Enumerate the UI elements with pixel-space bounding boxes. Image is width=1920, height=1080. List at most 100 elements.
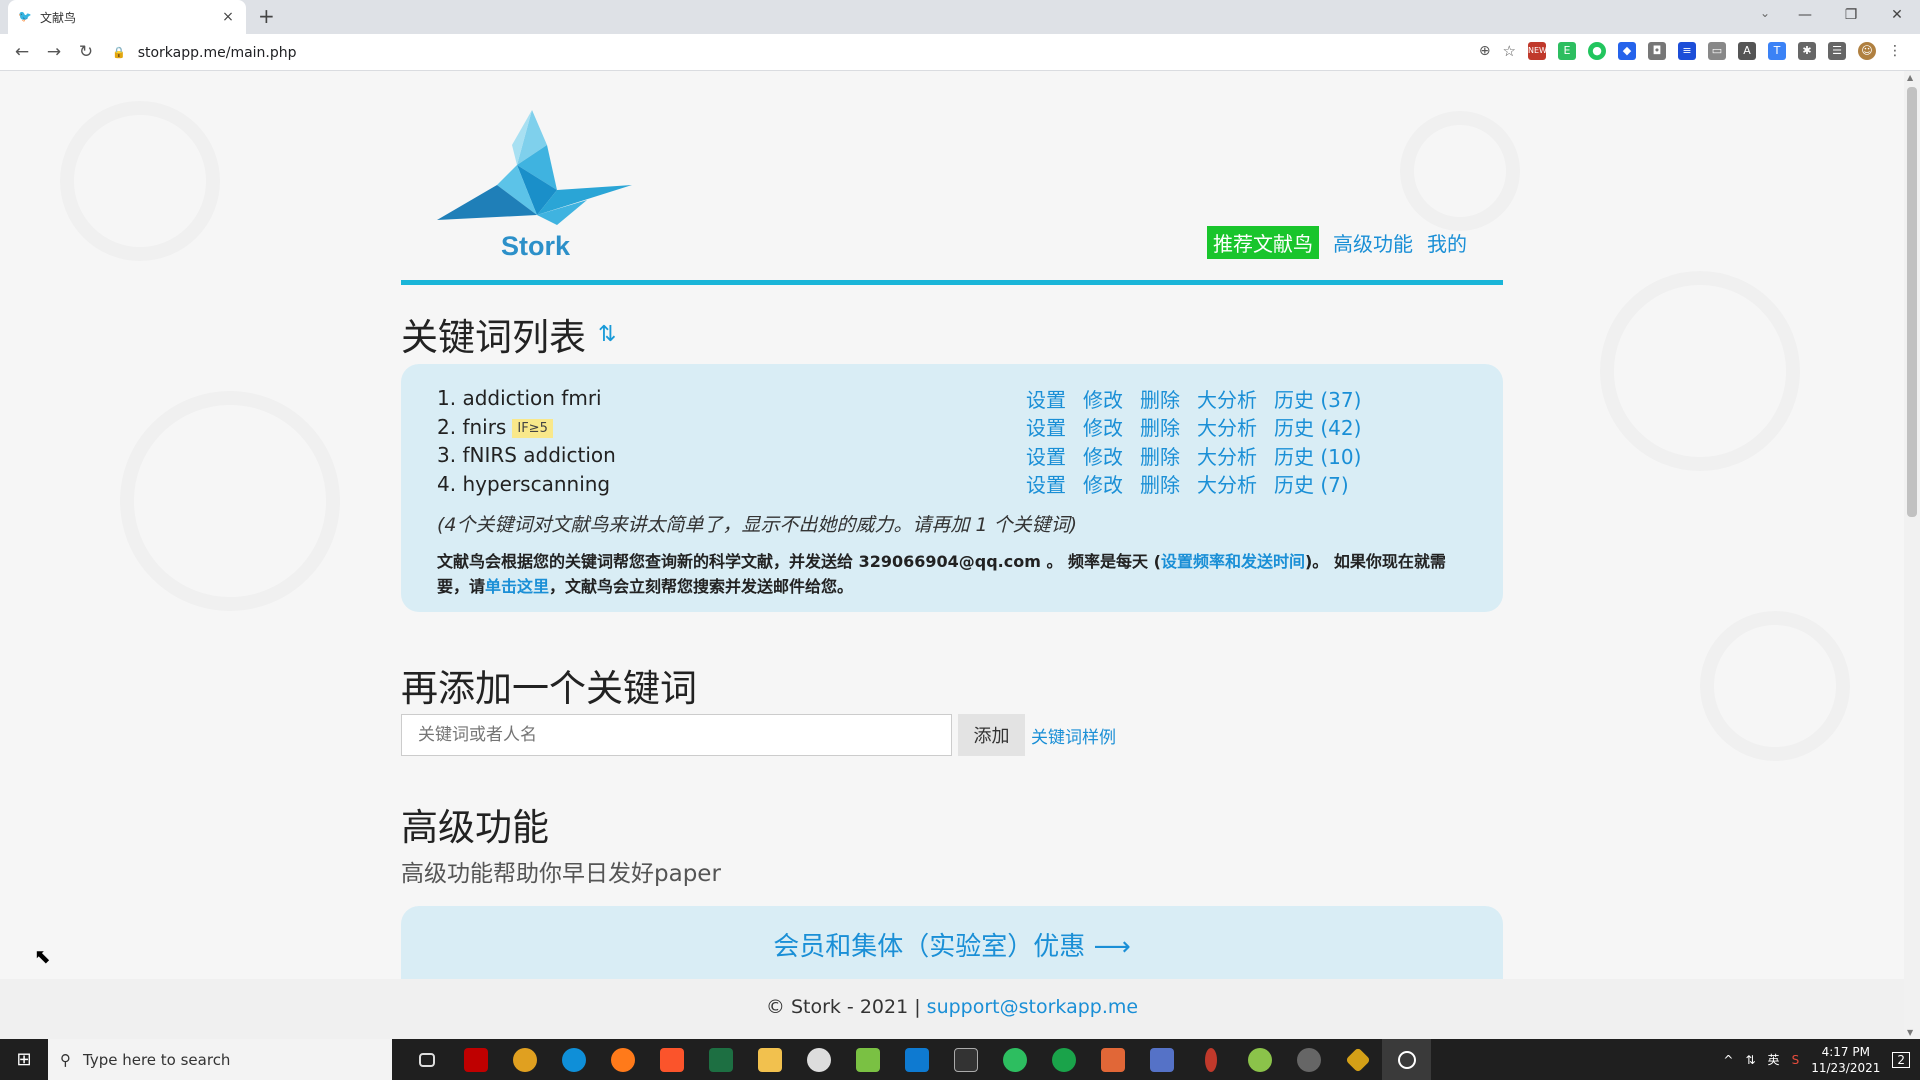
keyword-input[interactable] <box>401 714 952 756</box>
keyword-list-box: 1. addiction fmri 设置 修改 删除 大分析 历史 (37) 2… <box>401 364 1503 612</box>
lock-icon[interactable]: 🔒 <box>112 46 126 59</box>
support-email-link[interactable]: support@storkapp.me <box>927 996 1138 1018</box>
evernote-icon[interactable] <box>990 1039 1039 1080</box>
cortana-icon[interactable] <box>1382 1039 1431 1080</box>
extension-translate-icon[interactable]: T <box>1768 42 1786 60</box>
sort-icon[interactable]: ⇅ <box>598 322 616 347</box>
app-lime-icon[interactable] <box>1235 1039 1284 1080</box>
keyword-history-link[interactable]: 历史 (42) <box>1274 412 1361 441</box>
keyword-analysis-link[interactable]: 大分析 <box>1197 469 1257 498</box>
membership-offer-link[interactable]: 会员和集体（实验室）优惠 ⟶ <box>773 932 1131 962</box>
keyword-edit-link[interactable]: 修改 <box>1083 469 1123 498</box>
chrome-icon[interactable] <box>500 1039 549 1080</box>
network-icon[interactable]: ⇅ <box>1745 1053 1755 1067</box>
zoom-icon[interactable]: ⊕ <box>1479 43 1491 59</box>
git-icon[interactable] <box>1333 1039 1382 1080</box>
matlab-icon[interactable] <box>1088 1039 1137 1080</box>
keyword-history-link[interactable]: 历史 (37) <box>1274 384 1361 413</box>
firefox-icon[interactable] <box>598 1039 647 1080</box>
tab-search-chevron-icon[interactable]: ⌄ <box>1760 6 1770 20</box>
taskbar-clock[interactable]: 4:17 PM 11/23/2021 <box>1811 1044 1880 1076</box>
windows-start-icon[interactable]: ⊞ <box>0 1039 48 1080</box>
page-scrollbar[interactable]: ▲ ▼ <box>1904 71 1920 1039</box>
notepad-icon[interactable] <box>843 1039 892 1080</box>
forward-icon[interactable]: → <box>38 42 70 62</box>
keyword-edit-link[interactable]: 修改 <box>1083 412 1123 441</box>
nav-mine-link[interactable]: 我的 <box>1427 228 1467 257</box>
extension-new-icon[interactable]: NEW <box>1528 42 1547 60</box>
keyword-history-link[interactable]: 历史 (7) <box>1274 469 1349 498</box>
reload-icon[interactable]: ↻ <box>70 42 102 62</box>
bookmark-star-icon[interactable]: ☆ <box>1503 42 1516 60</box>
extension-text-icon[interactable]: A <box>1738 42 1756 60</box>
keyword-analysis-link[interactable]: 大分析 <box>1197 384 1257 413</box>
task-view-icon[interactable] <box>402 1039 451 1080</box>
edge-icon[interactable] <box>549 1039 598 1080</box>
extension-evernote-icon[interactable]: E <box>1558 42 1576 60</box>
keyword-examples-link[interactable]: 关键词样例 <box>1031 723 1116 748</box>
notification-center-icon[interactable]: 2 <box>1892 1051 1910 1068</box>
browser-tab-active[interactable]: 🐦 文献鸟 × <box>8 0 246 34</box>
scrollbar-thumb[interactable] <box>1907 87 1917 517</box>
profile-avatar-icon[interactable]: ☺ <box>1858 42 1876 60</box>
top-nav: 推荐文献鸟 高级功能 我的 <box>1207 226 1467 259</box>
input-language[interactable]: 英 <box>1768 1051 1780 1068</box>
extension-list-icon[interactable]: ≡ <box>1678 42 1696 60</box>
extension-green-icon[interactable]: ● <box>1588 42 1606 60</box>
vscode-icon[interactable] <box>892 1039 941 1080</box>
address-bar[interactable]: 🔒 storkapp.me/main.php <box>112 38 1482 67</box>
page-footer: © Stork - 2021 | support@storkapp.me <box>0 979 1904 1039</box>
keyword-delete-link[interactable]: 删除 <box>1140 469 1180 498</box>
tray-chevron-up-icon[interactable]: ^ <box>1723 1053 1733 1067</box>
outlook-icon[interactable] <box>1137 1039 1186 1080</box>
keyword-info-text: 文献鸟会根据您的关键词帮您查询新的科学文献，并发送给 329066904@qq.… <box>437 552 1446 596</box>
scroll-up-icon[interactable]: ▲ <box>1907 73 1913 82</box>
keyword-delete-link[interactable]: 删除 <box>1140 412 1180 441</box>
keyword-edit-link[interactable]: 修改 <box>1083 384 1123 413</box>
click-here-link[interactable]: 单击这里 <box>485 577 549 596</box>
browser-toolbar: ← → ↻ 🔒 storkapp.me/main.php ⊕ ☆ NEW E ●… <box>0 34 1920 71</box>
restore-icon[interactable]: ❐ <box>1828 0 1874 34</box>
terminal-icon[interactable] <box>941 1039 990 1080</box>
wechat-icon[interactable] <box>794 1039 843 1080</box>
set-frequency-link[interactable]: 设置频率和发送时间 <box>1161 552 1305 571</box>
app-green-icon[interactable] <box>1039 1039 1088 1080</box>
filezilla-icon[interactable] <box>451 1039 500 1080</box>
extension-camera-icon[interactable]: ◘ <box>1648 42 1666 60</box>
recommend-stork-button[interactable]: 推荐文献鸟 <box>1207 226 1319 259</box>
keyword-delete-link[interactable]: 删除 <box>1140 384 1180 413</box>
keyword-list-title: 关键词列表 <box>401 316 586 359</box>
keyword-analysis-link[interactable]: 大分析 <box>1197 412 1257 441</box>
antivirus-tray-icon[interactable]: S <box>1792 1053 1800 1067</box>
scroll-down-icon[interactable]: ▼ <box>1907 1028 1913 1037</box>
extensions-puzzle-icon[interactable]: ✱ <box>1798 42 1816 60</box>
keyword-settings-link[interactable]: 设置 <box>1026 469 1066 498</box>
keyword-edit-link[interactable]: 修改 <box>1083 441 1123 470</box>
membership-box: 会员和集体（实验室）优惠 ⟶ <box>401 906 1503 979</box>
keyword-settings-link[interactable]: 设置 <box>1026 384 1066 413</box>
reading-list-icon[interactable]: ☰ <box>1828 42 1846 60</box>
taskbar-search[interactable]: ⚲ Type here to search <box>48 1039 392 1080</box>
browser-tabbar: 🐦 文献鸟 × + ⌄ — ❐ ✕ <box>0 0 1920 34</box>
settings-gear-icon[interactable] <box>1284 1039 1333 1080</box>
brave-icon[interactable] <box>647 1039 696 1080</box>
excel-icon[interactable] <box>696 1039 745 1080</box>
keyword-analysis-link[interactable]: 大分析 <box>1197 441 1257 470</box>
extension-window-icon[interactable]: ▭ <box>1708 42 1726 60</box>
nav-advanced-link[interactable]: 高级功能 <box>1333 228 1413 257</box>
back-icon[interactable]: ← <box>6 42 38 62</box>
keyword-settings-link[interactable]: 设置 <box>1026 412 1066 441</box>
add-keyword-button[interactable]: 添加 <box>958 714 1025 756</box>
file-explorer-icon[interactable] <box>745 1039 794 1080</box>
extension-blue-icon[interactable]: ◆ <box>1618 42 1636 60</box>
keyword-delete-link[interactable]: 删除 <box>1140 441 1180 470</box>
keyword-history-link[interactable]: 历史 (10) <box>1274 441 1361 470</box>
close-window-icon[interactable]: ✕ <box>1874 0 1920 34</box>
app-pin-icon[interactable] <box>1186 1039 1235 1080</box>
keyword-settings-link[interactable]: 设置 <box>1026 441 1066 470</box>
browser-menu-icon[interactable]: ⋮ <box>1888 43 1902 59</box>
close-tab-icon[interactable]: × <box>220 9 236 25</box>
minimize-icon[interactable]: — <box>1782 0 1828 34</box>
new-tab-icon[interactable]: + <box>258 4 275 28</box>
stork-favicon-icon: 🐦 <box>18 10 32 23</box>
